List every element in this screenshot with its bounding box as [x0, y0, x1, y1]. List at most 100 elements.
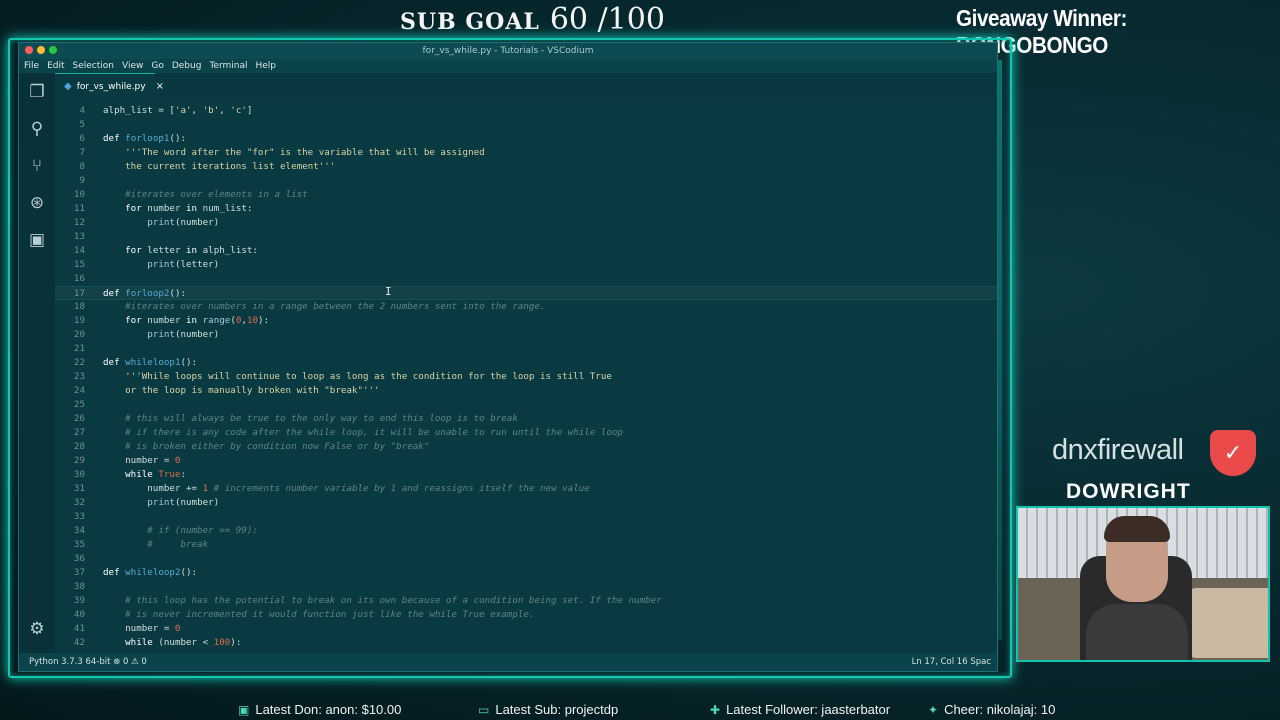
menubar: File Edit Selection View Go Debug Terminal Help	[19, 59, 997, 73]
menu-go[interactable]: Go	[151, 59, 163, 73]
code-line[interactable]: 23 '''While loops will continue to loop …	[55, 370, 997, 384]
menu-edit[interactable]: Edit	[47, 59, 64, 73]
latest-cheer: ✦ Cheer: nikolajaj: 10	[928, 702, 1056, 717]
line-number: 8	[79, 161, 85, 172]
latest-sub: ▭ Latest Sub: projectdp	[478, 702, 619, 717]
line-number: 5	[79, 119, 85, 130]
close-window-button[interactable]	[25, 46, 33, 54]
code-line[interactable]: 20 print(number)	[55, 328, 997, 342]
code-line[interactable]: 26 # this will always be true to the onl…	[55, 412, 997, 426]
sub-icon: ▭	[478, 702, 490, 717]
line-number: 34	[73, 525, 85, 536]
line-number: 33	[73, 511, 85, 522]
code-line[interactable]: 35 # break	[55, 538, 997, 552]
code-line[interactable]: 32 print(number)	[55, 496, 997, 510]
python-file-icon: ◆	[64, 81, 72, 92]
line-number: 30	[73, 469, 85, 480]
code-line[interactable]: 7 '''The word after the "for" is the var…	[55, 146, 997, 160]
window-controls	[25, 46, 57, 54]
latest-donation: ▣ Latest Don: anon: $10.00	[238, 702, 402, 717]
line-number: 11	[73, 203, 85, 214]
sub-goal-label: SUB GOAL	[400, 9, 540, 35]
code-line[interactable]: 31 number += 1 # increments number varia…	[55, 482, 997, 496]
code-line[interactable]: 34 # if (number == 99):	[55, 524, 997, 538]
line-code: number = 0	[103, 455, 181, 466]
code-line[interactable]: 6 def forloop1():	[55, 132, 997, 146]
line-number: 37	[73, 567, 85, 578]
line-number: 10	[73, 189, 85, 200]
code-line[interactable]: 36	[55, 552, 997, 566]
follower-icon: ✚	[710, 702, 721, 717]
debug-icon[interactable]: ⊛	[19, 184, 55, 221]
line-code: # is broken either by condition now Fals…	[125, 441, 430, 452]
line-number: 36	[73, 553, 85, 564]
code-line[interactable]: 19 for number in range(0,10):	[55, 314, 997, 328]
maximize-window-button[interactable]	[49, 46, 57, 54]
code-line[interactable]: 9	[55, 174, 997, 188]
line-code: '''The word after the "for" is the varia…	[125, 147, 485, 158]
code-line[interactable]: 29 number = 0	[55, 454, 997, 468]
files-icon[interactable]: ❐	[19, 73, 55, 110]
minimize-window-button[interactable]	[37, 46, 45, 54]
menu-debug[interactable]: Debug	[172, 59, 202, 73]
extensions-icon[interactable]: ▣	[19, 221, 55, 258]
code-line[interactable]: 38	[55, 580, 997, 594]
code-line[interactable]: 10 #iterates over elements in a list	[55, 188, 997, 202]
code-line[interactable]: 4 alph_list = ['a', 'b', 'c']	[55, 104, 997, 118]
code-line[interactable]: 25	[55, 398, 997, 412]
status-bar: Python 3.7.3 64-bit ⊗ 0 ⚠ 0 Ln 17, Col 1…	[19, 653, 997, 671]
code-line[interactable]: 13	[55, 230, 997, 244]
menu-selection[interactable]: Selection	[73, 59, 114, 73]
code-line[interactable]: 11 for number in num_list:	[55, 202, 997, 216]
code-line[interactable]: 16	[55, 272, 997, 286]
search-icon[interactable]: ⚲	[19, 110, 55, 147]
menu-terminal[interactable]: Terminal	[209, 59, 247, 73]
code-line[interactable]: 18 #iterates over numbers in a range bet…	[55, 300, 997, 314]
sponsor-logo: dnxfirewall	[1052, 434, 1184, 466]
line-code: while (number < 100):	[125, 637, 242, 648]
source-control-icon[interactable]: ⑂	[19, 147, 55, 184]
code-line[interactable]: 40 # is never incremented it would funct…	[55, 608, 997, 622]
stream-ticker: ▣ Latest Don: anon: $10.00 ▭ Latest Sub:…	[0, 696, 1280, 720]
code-line[interactable]: 5	[55, 118, 997, 132]
line-number: 25	[73, 399, 85, 410]
line-code: #iterates over elements in a list	[125, 189, 308, 200]
menu-view[interactable]: View	[122, 59, 143, 73]
gear-icon[interactable]: ⚙	[29, 619, 44, 639]
menu-file[interactable]: File	[24, 59, 39, 73]
line-code: def whileloop1():	[103, 357, 198, 368]
code-line[interactable]: 33	[55, 510, 997, 524]
code-line[interactable]: 30 while True:	[55, 468, 997, 482]
line-code: number += 1 # increments number variable…	[103, 483, 590, 494]
code-line[interactable]: 42 while (number < 100):	[55, 636, 997, 650]
code-line[interactable]: 14 for letter in alph_list:	[55, 244, 997, 258]
code-line[interactable]: 8 the current iterations list element'''	[55, 160, 997, 174]
line-number: 26	[73, 413, 85, 424]
line-code: print(number)	[147, 497, 220, 508]
close-tab-icon[interactable]: ×	[156, 81, 164, 92]
sub-goal: SUB GOAL 60 /100	[400, 2, 665, 37]
code-line[interactable]: 28 # is broken either by condition now F…	[55, 440, 997, 454]
line-code: the current iterations list element'''	[125, 161, 336, 172]
code-editor[interactable]: I 4 alph_list = ['a', 'b', 'c'] 5 6 def forl…	[55, 99, 997, 653]
status-left[interactable]: Python 3.7.3 64-bit ⊗ 0 ⚠ 0	[29, 657, 147, 667]
code-line[interactable]: 22 def whileloop1():	[55, 356, 997, 370]
sub-goal-count: 60 /100	[549, 2, 665, 37]
code-line[interactable]: 39 # this loop has the potential to brea…	[55, 594, 997, 608]
code-line[interactable]: 27 # if there is any code after the whil…	[55, 426, 997, 440]
webcam-feed	[1016, 506, 1270, 662]
code-line[interactable]: 24 or the loop is manually broken with "…	[55, 384, 997, 398]
line-number: 12	[73, 217, 85, 228]
code-line[interactable]: 21	[55, 342, 997, 356]
code-line[interactable]: 37 def whileloop2():	[55, 566, 997, 580]
latest-follower: ✚ Latest Follower: jaasterbator	[710, 702, 891, 717]
giveaway-winner: Giveaway Winner: BONGOBONGO	[956, 5, 1127, 58]
code-line[interactable]: 41 number = 0	[55, 622, 997, 636]
code-line[interactable]: 12 print(number)	[55, 216, 997, 230]
status-right[interactable]: Ln 17, Col 16 Spac	[912, 653, 991, 671]
menu-help[interactable]: Help	[255, 59, 276, 73]
tab-for-vs-while[interactable]: ◆ for_vs_while.py ×	[55, 73, 164, 99]
code-line[interactable]: 17 def forloop2():	[55, 286, 997, 300]
tab-label: for_vs_while.py	[76, 81, 146, 92]
code-line[interactable]: 15 print(letter)	[55, 258, 997, 272]
